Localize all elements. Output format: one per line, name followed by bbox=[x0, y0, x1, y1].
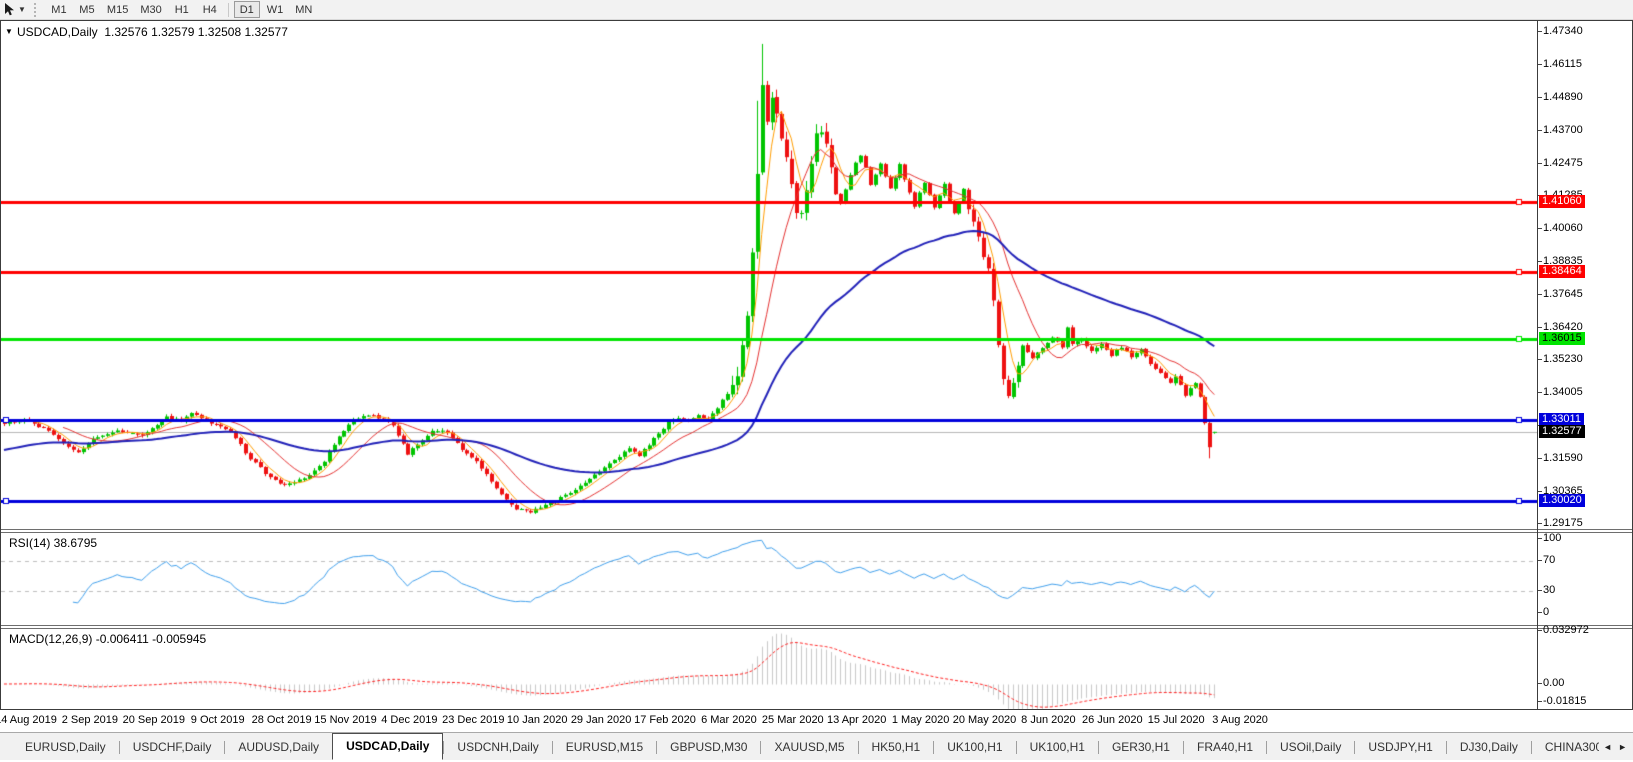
chart-tab-eurusd-m15[interactable]: EURUSD,M15 bbox=[553, 736, 656, 760]
date-tick-label: 4 Dec 2019 bbox=[381, 714, 438, 726]
toolbar-separator bbox=[227, 2, 229, 17]
price-tick-label: 1.43700 bbox=[1538, 123, 1583, 136]
date-tick-label: 9 Oct 2019 bbox=[190, 714, 245, 726]
macd-indicator-label: MACD(12,26,9) -0.006411 -0.005945 bbox=[9, 632, 207, 646]
tab-scroll-arrows: ◄ ► bbox=[1599, 733, 1631, 760]
price-tick-label: 1.44890 bbox=[1538, 91, 1583, 104]
date-tick-label: 14 Aug 2019 bbox=[0, 714, 57, 726]
macd-tick-label: 0.00 bbox=[1537, 677, 1565, 689]
date-tick-label: 8 Jun 2020 bbox=[1021, 714, 1076, 726]
macd-tick-label: 0.032972 bbox=[1538, 624, 1589, 636]
date-tick-label: 17 Feb 2020 bbox=[634, 714, 696, 726]
tab-scroll-right-icon[interactable]: ► bbox=[1618, 742, 1627, 752]
chart-ohlc-values: 1.32576 1.32579 1.32508 1.32577 bbox=[97, 25, 288, 39]
macd-tick-label: -0.01815 bbox=[1537, 695, 1587, 707]
chart-title-dropdown-icon[interactable]: ▼ bbox=[5, 27, 13, 36]
timeframe-button-group: M1 M5 M15 M30 H1 H4 D1 W1 MN bbox=[45, 1, 318, 18]
timeframe-button-m5[interactable]: M5 bbox=[74, 1, 100, 18]
price-axis-border bbox=[1537, 21, 1538, 709]
price-tick-label: 1.35230 bbox=[1538, 353, 1583, 365]
date-tick-label: 20 Sep 2019 bbox=[122, 714, 185, 726]
date-tick-label: 6 Mar 2020 bbox=[701, 714, 757, 726]
cursor-dropdown-icon[interactable]: ▼ bbox=[18, 5, 26, 14]
tab-scroll-left-icon[interactable]: ◄ bbox=[1603, 742, 1612, 752]
date-tick-label: 29 Jan 2020 bbox=[570, 714, 632, 726]
chart-tab-usdcad-daily[interactable]: USDCAD,Daily bbox=[332, 733, 444, 760]
timeframe-button-m15[interactable]: M15 bbox=[102, 1, 133, 18]
rsi-tick-label: 70 bbox=[1537, 554, 1556, 567]
toolbar-grip[interactable] bbox=[33, 2, 41, 17]
timeframe-button-h1[interactable]: H1 bbox=[169, 1, 195, 18]
chart-symbol-period: USDCAD,Daily bbox=[17, 25, 98, 39]
rsi-pane-canvas[interactable] bbox=[1, 533, 1537, 625]
price-chart-canvas[interactable] bbox=[1, 21, 1537, 529]
price-tick-label: 1.42475 bbox=[1538, 156, 1583, 169]
hline-price-label: 1.41060 bbox=[1539, 195, 1585, 209]
timeframe-button-d1[interactable]: D1 bbox=[233, 1, 260, 18]
rsi-tick-label: 30 bbox=[1537, 583, 1556, 596]
date-tick-label: 1 May 2020 bbox=[891, 714, 950, 726]
price-tick-label: 1.46115 bbox=[1538, 58, 1582, 71]
current-price-label: 1.32577 bbox=[1539, 424, 1585, 438]
chart-tab-usdjpy-h1[interactable]: USDJPY,H1 bbox=[1355, 736, 1445, 760]
date-tick-label: 28 Oct 2019 bbox=[251, 714, 312, 726]
chart-title: USDCAD,Daily 1.32576 1.32579 1.32508 1.3… bbox=[17, 25, 288, 39]
chart-tab-uk100-h1[interactable]: UK100,H1 bbox=[1017, 736, 1098, 760]
date-tick-label: 20 May 2020 bbox=[952, 714, 1017, 726]
chart-tab-gbpusd-m30[interactable]: GBPUSD,M30 bbox=[657, 736, 760, 760]
date-tick-label: 15 Nov 2019 bbox=[314, 714, 377, 726]
chart-window: ▼ USDCAD,Daily 1.32576 1.32579 1.32508 1… bbox=[0, 20, 1633, 710]
date-tick-label: 25 Mar 2020 bbox=[761, 714, 824, 726]
chart-tab-eurusd-daily[interactable]: EURUSD,Daily bbox=[12, 736, 119, 760]
hline-price-label: 1.30020 bbox=[1539, 494, 1585, 508]
chart-tab-hk50-h1[interactable]: HK50,H1 bbox=[859, 736, 934, 760]
price-tick-label: 1.29175 bbox=[1538, 517, 1583, 529]
chart-tab-usdcnh-daily[interactable]: USDCNH,Daily bbox=[444, 736, 551, 760]
date-tick-label: 10 Jan 2020 bbox=[506, 714, 568, 726]
hline-price-label: 1.38464 bbox=[1539, 265, 1585, 279]
chart-tab-bar: EURUSD,Daily USDCHF,Daily AUDUSD,Daily USDC… bbox=[0, 732, 1633, 760]
top-toolbar: ▼ M1 M5 M15 M30 H1 H4 D1 W1 MN bbox=[0, 0, 1633, 20]
price-tick-label: 1.47340 bbox=[1538, 25, 1583, 37]
chart-tab-uk100-h1[interactable]: UK100,H1 bbox=[934, 736, 1015, 760]
date-tick-label: 26 Jun 2020 bbox=[1082, 714, 1143, 726]
macd-pane-canvas[interactable] bbox=[1, 629, 1537, 709]
price-tick-label: 1.37645 bbox=[1538, 287, 1583, 300]
price-tick-label: 1.34005 bbox=[1538, 386, 1583, 399]
timeframe-button-w1[interactable]: W1 bbox=[262, 1, 289, 18]
hline-price-label: 1.36015 bbox=[1539, 331, 1585, 345]
chart-tab-fra40-h1[interactable]: FRA40,H1 bbox=[1184, 736, 1266, 760]
date-tick-label: 15 Jul 2020 bbox=[1147, 714, 1205, 726]
cursor-icon bbox=[4, 3, 15, 16]
rsi-tick-label: 100 bbox=[1537, 532, 1562, 544]
timeframe-button-h4[interactable]: H4 bbox=[197, 1, 223, 18]
timeframe-button-m1[interactable]: M1 bbox=[46, 1, 72, 18]
rsi-indicator-label: RSI(14) 38.6795 bbox=[9, 536, 98, 550]
chart-tab-audusd-daily[interactable]: AUDUSD,Daily bbox=[225, 736, 332, 760]
date-axis[interactable]: 14 Aug 2019 2 Sep 2019 20 Sep 2019 9 Oct 20… bbox=[0, 710, 1633, 732]
price-tick-label: 1.40060 bbox=[1538, 222, 1583, 235]
cursor-tool-button[interactable]: ▼ bbox=[0, 1, 30, 19]
date-tick-label: 2 Sep 2019 bbox=[61, 714, 119, 726]
date-tick-label: 13 Apr 2020 bbox=[827, 714, 887, 726]
chart-tab-xauusd-m5[interactable]: XAUUSD,M5 bbox=[761, 736, 857, 760]
timeframe-button-mn[interactable]: MN bbox=[290, 1, 317, 18]
price-tick-label: 1.31590 bbox=[1538, 451, 1583, 464]
chart-tab-ger30-h1[interactable]: GER30,H1 bbox=[1099, 736, 1183, 760]
chart-tab-usoil-daily[interactable]: USOil,Daily bbox=[1267, 736, 1354, 760]
date-tick-label: 23 Dec 2019 bbox=[442, 714, 505, 726]
chart-tab-dj30-daily[interactable]: DJ30,Daily bbox=[1447, 736, 1531, 760]
timeframe-button-m30[interactable]: M30 bbox=[135, 1, 166, 18]
chart-tab-usdchf-daily[interactable]: USDCHF,Daily bbox=[120, 736, 225, 760]
rsi-tick-label: 0 bbox=[1537, 606, 1550, 618]
date-tick-label: 3 Aug 2020 bbox=[1212, 714, 1268, 726]
